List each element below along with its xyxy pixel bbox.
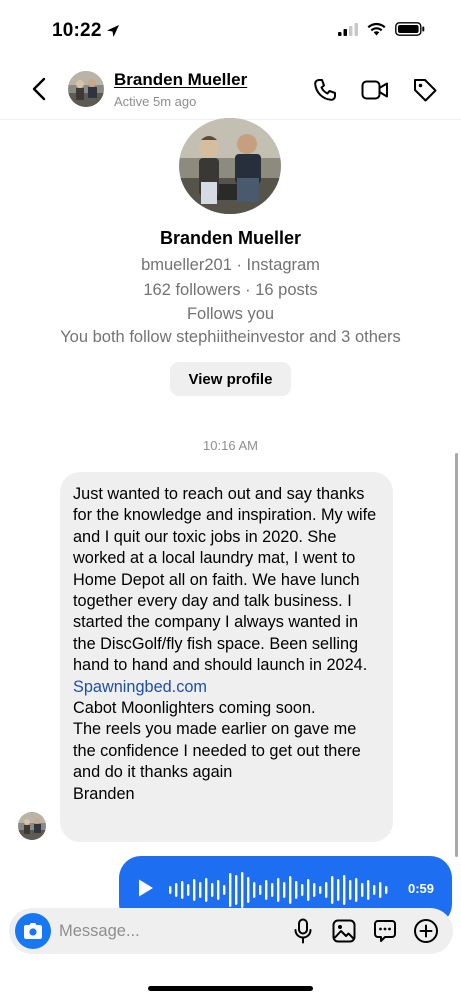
chat-header: Branden Mueller Active 5m ago [0,58,461,120]
status-time: 10:22 [52,20,120,42]
play-icon[interactable] [137,878,155,898]
call-button[interactable] [311,76,339,104]
avatar-photo [18,812,46,840]
video-icon [361,80,388,100]
sender-avatar[interactable] [18,812,46,840]
sticker-icon [374,920,396,942]
profile-stats: 162 followers · 16 posts [143,281,318,299]
voice-duration: 0:59 [407,881,434,896]
phone-icon [314,79,336,101]
audio-waveform [169,872,388,908]
status-bar: 10:22 [0,0,461,58]
microphone-icon [294,918,312,944]
location-arrow-icon [106,25,119,37]
message-bubble[interactable]: Just wanted to reach out and say thanks … [60,472,393,842]
composer-actions [290,918,439,944]
status-time-text: 10:22 [52,20,102,41]
view-profile-button[interactable]: View profile [170,362,291,396]
profile-mutual-follows[interactable]: You both follow stephiitheinvestor and 3… [0,328,461,347]
profile-name: Branden Mueller [159,228,302,248]
status-icons [338,22,425,36]
message-link[interactable]: Spawningbed.com [73,678,207,696]
message-composer [9,908,453,954]
message-text-start: Just wanted to reach out and say thanks … [73,485,377,675]
more-button[interactable] [413,918,439,944]
header-name[interactable]: Branden Mueller [114,70,247,90]
sticker-button[interactable] [372,918,398,944]
back-button[interactable] [26,74,52,104]
home-indicator[interactable] [148,986,313,991]
chevron-left-icon [32,77,46,101]
message-input[interactable] [59,920,259,942]
profile-username: bmueller201 · Instagram [141,256,320,274]
signal-icon [338,22,358,36]
message-text: Just wanted to reach out and say thanks … [73,484,381,805]
profile-follows-you: Follows you [186,305,275,323]
battery-icon [395,22,425,36]
tag-button[interactable] [411,76,439,104]
scrollbar[interactable] [455,453,458,857]
profile-photo [179,118,281,214]
gallery-button[interactable] [331,918,357,944]
profile-avatar[interactable] [179,118,281,214]
video-call-button[interactable] [361,76,389,104]
gallery-icon [332,919,356,943]
camera-button[interactable] [15,913,51,949]
voice-record-button[interactable] [290,918,316,944]
camera-icon [24,923,42,939]
header-actions [311,76,439,104]
plus-circle-icon [414,919,438,943]
header-avatar[interactable] [68,71,104,107]
message-timestamp: 10:16 AM [203,438,258,453]
header-active-status: Active 5m ago [114,94,197,109]
message-text-end: Cabot Moonlighters coming soon. The reel… [73,699,361,803]
tag-icon [414,79,437,102]
avatar-photo [68,71,104,107]
wifi-icon [367,22,386,36]
